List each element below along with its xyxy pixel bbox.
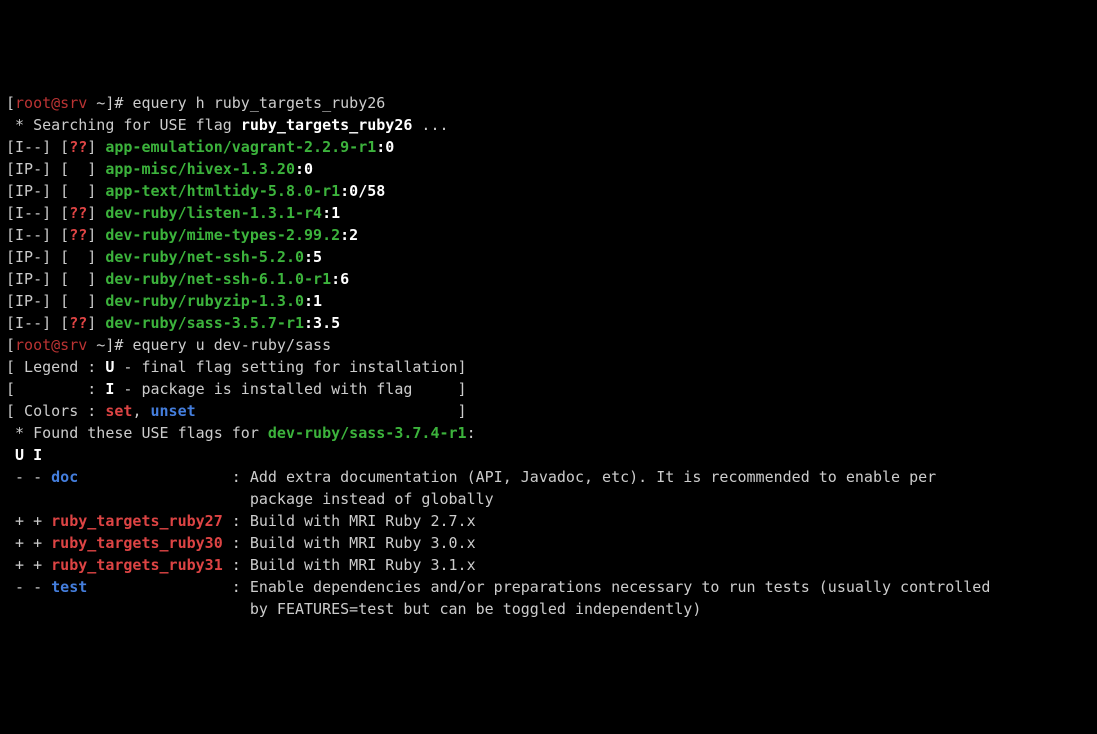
pkg-result-row: [IP-] [ ] dev-ruby/rubyzip-1.3.0:1 [6, 292, 322, 310]
use-flag-row-cont: by FEATURES=test but can be toggled inde… [6, 600, 701, 618]
pkg-result-row: [IP-] [ ] dev-ruby/net-ssh-6.1.0-r1:6 [6, 270, 349, 288]
use-flag-row: + + ruby_targets_ruby30 : Build with MRI… [6, 534, 476, 552]
legend-line: [ Legend : U - final flag setting for in… [6, 358, 467, 376]
command[interactable]: equery u dev-ruby/sass [132, 336, 331, 354]
use-flag-row-cont: package instead of globally [6, 490, 494, 508]
pkg-result-row: [IP-] [ ] dev-ruby/net-ssh-5.2.0:5 [6, 248, 322, 266]
pkg-result-row: [IP-] [ ] app-text/htmltidy-5.8.0-r1:0/5… [6, 182, 385, 200]
found-line: * Found these USE flags for dev-ruby/sas… [6, 424, 476, 442]
command[interactable]: equery h ruby_targets_ruby26 [132, 94, 385, 112]
terminal-output: [root@srv ~]# equery h ruby_targets_ruby… [6, 92, 1091, 620]
colors-line: [ Colors : set, unset ] [6, 402, 467, 420]
legend-line: [ : I - package is installed with flag ] [6, 380, 467, 398]
prompt: [root@srv ~]# [6, 94, 132, 112]
use-header: U I [6, 446, 42, 464]
use-flag-row: + + ruby_targets_ruby27 : Build with MRI… [6, 512, 476, 530]
pkg-result-row: [I--] [??] dev-ruby/listen-1.3.1-r4:1 [6, 204, 340, 222]
pkg-result-row: [I--] [??] dev-ruby/sass-3.5.7-r1:3.5 [6, 314, 340, 332]
pkg-result-row: [I--] [??] app-emulation/vagrant-2.2.9-r… [6, 138, 394, 156]
pkg-result-row: [I--] [??] dev-ruby/mime-types-2.99.2:2 [6, 226, 358, 244]
pkg-result-row: [IP-] [ ] app-misc/hivex-1.3.20:0 [6, 160, 313, 178]
searching-line: * Searching for USE flag ruby_targets_ru… [6, 116, 449, 134]
use-flag-row: + + ruby_targets_ruby31 : Build with MRI… [6, 556, 476, 574]
prompt: [root@srv ~]# [6, 336, 132, 354]
use-flag-row: - - doc : Add extra documentation (API, … [6, 468, 936, 486]
use-flag-row: - - test : Enable dependencies and/or pr… [6, 578, 990, 596]
